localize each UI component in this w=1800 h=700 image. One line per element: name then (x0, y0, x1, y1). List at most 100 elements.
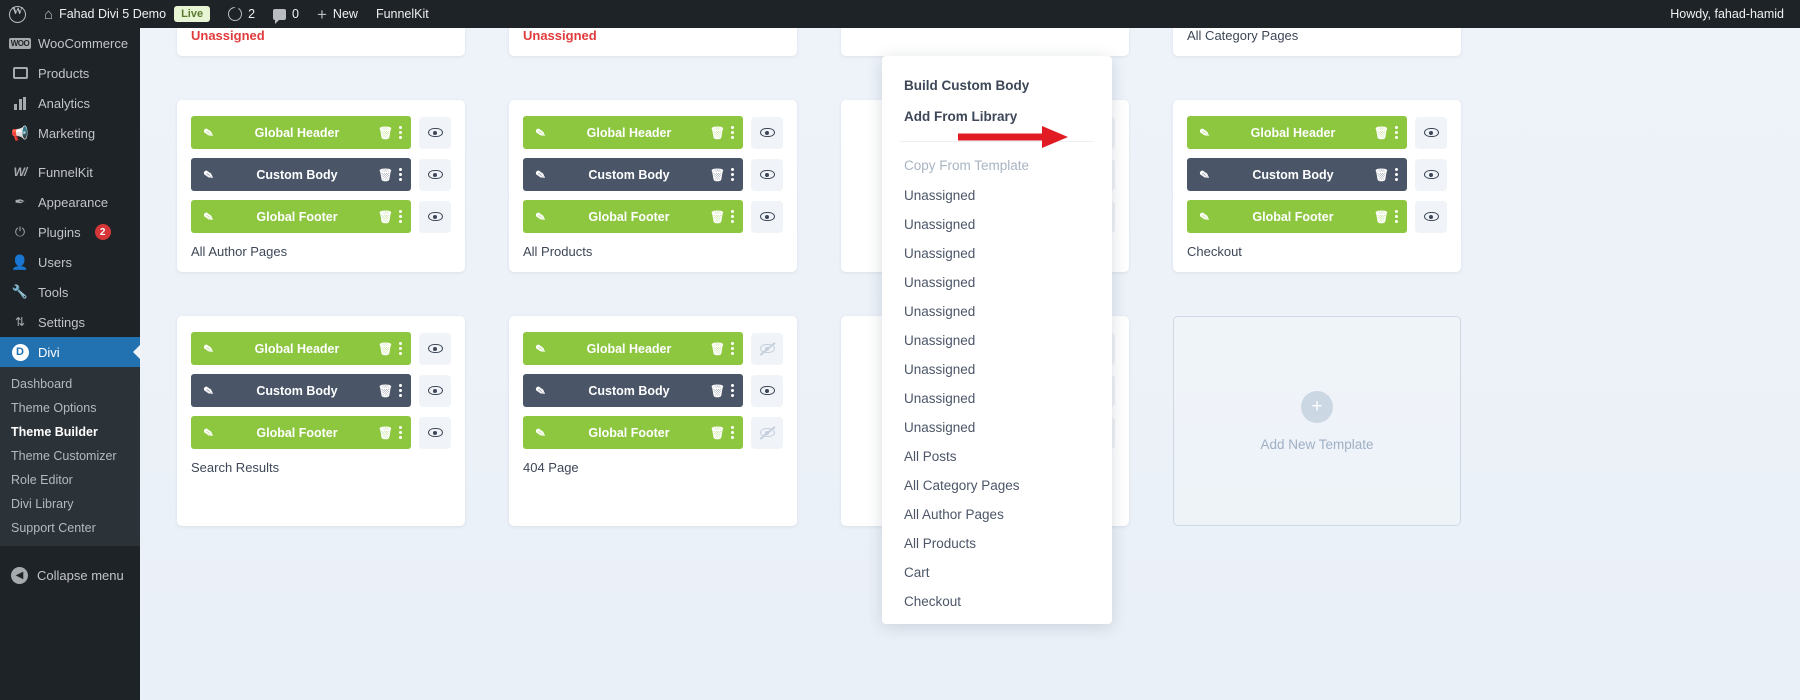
dropdown-template-option-13[interactable]: Cart (882, 558, 1112, 587)
layout-row-area[interactable]: ✎ Global Footer 🗑 (1187, 200, 1407, 233)
submenu-item-theme-options[interactable]: Theme Options (0, 396, 140, 420)
dropdown-template-option-4[interactable]: Unassigned (882, 297, 1112, 326)
dropdown-template-option-7[interactable]: Unassigned (882, 384, 1112, 413)
dropdown-template-option-12[interactable]: All Products (882, 529, 1112, 558)
submenu-item-theme-builder[interactable]: Theme Builder (0, 420, 140, 444)
edit-pencil-icon[interactable]: ✎ (1196, 208, 1213, 225)
dropdown-template-option-14[interactable]: Checkout (882, 587, 1112, 616)
toggle-visibility-button[interactable] (419, 116, 451, 149)
layout-row-body[interactable]: ✎ Custom Body 🗑 (191, 158, 411, 191)
layout-row-area[interactable]: ✎ Global Header 🗑 (191, 332, 411, 365)
template-card[interactable]: ✎ Global Header 🗑 ✎ Custom Body 🗑 ✎ Global Foot… (509, 100, 797, 272)
edit-pencil-icon[interactable]: ✎ (1196, 124, 1213, 141)
toggle-visibility-button[interactable] (419, 200, 451, 233)
toggle-visibility-button[interactable] (1415, 158, 1447, 191)
layout-row-area[interactable]: ✎ Global Footer 🗑 (523, 416, 743, 449)
more-options-icon[interactable] (731, 168, 734, 181)
toggle-visibility-button[interactable] (751, 200, 783, 233)
dropdown-template-option-5[interactable]: Unassigned (882, 326, 1112, 355)
edit-pencil-icon[interactable]: ✎ (200, 208, 217, 225)
layout-row-body[interactable]: ✎ Custom Body 🗑 (523, 158, 743, 191)
sidebar-item-woocommerce[interactable]: WOO WooCommerce (0, 28, 140, 58)
toggle-visibility-button[interactable] (751, 416, 783, 449)
trash-icon[interactable]: 🗑 (378, 210, 393, 224)
trash-icon[interactable]: 🗑 (1374, 126, 1389, 140)
trash-icon[interactable]: 🗑 (1374, 168, 1389, 182)
comments-menu[interactable]: 0 (264, 0, 308, 28)
trash-icon[interactable]: 🗑 (1374, 210, 1389, 224)
submenu-item-divi-library[interactable]: Divi Library (0, 492, 140, 516)
submenu-item-role-editor[interactable]: Role Editor (0, 468, 140, 492)
sidebar-item-tools[interactable]: 🔧 Tools (0, 277, 140, 307)
dropdown-template-option-8[interactable]: Unassigned (882, 413, 1112, 442)
more-options-icon[interactable] (731, 210, 734, 223)
new-content-menu[interactable]: + New (308, 0, 367, 28)
toggle-visibility-button[interactable] (1415, 200, 1447, 233)
trash-icon[interactable]: 🗑 (710, 126, 725, 140)
more-options-icon[interactable] (1395, 126, 1398, 139)
edit-pencil-icon[interactable]: ✎ (200, 424, 217, 441)
toggle-visibility-button[interactable] (751, 158, 783, 191)
toggle-visibility-button[interactable] (419, 332, 451, 365)
dropdown-template-option-0[interactable]: Unassigned (882, 181, 1112, 210)
template-card[interactable]: ✎Global Footer🗑All Category Pages (1173, 28, 1461, 56)
more-options-icon[interactable] (731, 384, 734, 397)
more-options-icon[interactable] (399, 210, 402, 223)
more-options-icon[interactable] (399, 426, 402, 439)
sidebar-item-users[interactable]: 👤 Users (0, 247, 140, 277)
sidebar-item-settings[interactable]: ⇅ Settings (0, 307, 140, 337)
submenu-item-support-center[interactable]: Support Center (0, 516, 140, 540)
template-card[interactable]: ✎Global Footer🗑Unassigned (509, 28, 797, 56)
trash-icon[interactable]: 🗑 (710, 168, 725, 182)
toggle-visibility-button[interactable] (751, 116, 783, 149)
edit-pencil-icon[interactable]: ✎ (532, 124, 549, 141)
toggle-visibility-button[interactable] (419, 158, 451, 191)
trash-icon[interactable]: 🗑 (378, 426, 393, 440)
trash-icon[interactable]: 🗑 (710, 342, 725, 356)
layout-row-body[interactable]: ✎ Custom Body 🗑 (1187, 158, 1407, 191)
sidebar-item-marketing[interactable]: 📢 Marketing (0, 118, 140, 148)
revisions-menu[interactable]: 2 (219, 0, 264, 28)
dropdown-template-option-9[interactable]: All Posts (882, 442, 1112, 471)
edit-pencil-icon[interactable]: ✎ (532, 208, 549, 225)
edit-pencil-icon[interactable]: ✎ (200, 124, 217, 141)
layout-row-body[interactable]: ✎ Custom Body 🗑 (191, 374, 411, 407)
edit-pencil-icon[interactable]: ✎ (200, 340, 217, 357)
wp-logo-menu[interactable] (0, 0, 35, 28)
trash-icon[interactable]: 🗑 (378, 168, 393, 182)
more-options-icon[interactable] (731, 426, 734, 439)
layout-row-area[interactable]: ✎ Global Header 🗑 (523, 116, 743, 149)
submenu-item-dashboard[interactable]: Dashboard (0, 372, 140, 396)
toggle-visibility-button[interactable] (419, 374, 451, 407)
layout-row-area[interactable]: ✎ Global Header 🗑 (1187, 116, 1407, 149)
sidebar-item-analytics[interactable]: Analytics (0, 88, 140, 118)
sidebar-item-divi[interactable]: D Divi (0, 337, 140, 367)
trash-icon[interactable]: 🗑 (378, 384, 393, 398)
template-card[interactable]: ✎ Global Header 🗑 ✎ Custom Body 🗑 ✎ Global Foot… (1173, 100, 1461, 272)
trash-icon[interactable]: 🗑 (710, 426, 725, 440)
template-card[interactable]: ✎ Global Header 🗑 ✎ Custom Body 🗑 ✎ Global Foot… (177, 316, 465, 526)
toggle-visibility-button[interactable] (751, 332, 783, 365)
more-options-icon[interactable] (1395, 168, 1398, 181)
dropdown-template-option-3[interactable]: Unassigned (882, 268, 1112, 297)
dropdown-template-option-10[interactable]: All Category Pages (882, 471, 1112, 500)
more-options-icon[interactable] (399, 168, 402, 181)
layout-row-area[interactable]: ✎ Global Footer 🗑 (523, 200, 743, 233)
toggle-visibility-button[interactable] (751, 374, 783, 407)
trash-icon[interactable]: 🗑 (378, 126, 393, 140)
more-options-icon[interactable] (399, 126, 402, 139)
sidebar-item-appearance[interactable]: ✒ Appearance (0, 187, 140, 217)
add-new-template-card[interactable]: + Add New Template (1173, 316, 1461, 526)
trash-icon[interactable]: 🗑 (710, 210, 725, 224)
toggle-visibility-button[interactable] (1415, 116, 1447, 149)
edit-pencil-icon[interactable]: ✎ (1196, 166, 1213, 183)
dropdown-template-option-11[interactable]: All Author Pages (882, 500, 1112, 529)
submenu-item-theme-customizer[interactable]: Theme Customizer (0, 444, 140, 468)
toggle-visibility-button[interactable] (419, 416, 451, 449)
template-card[interactable]: ✎ Global Header 🗑 ✎ Custom Body 🗑 ✎ Global Foot… (177, 100, 465, 272)
dropdown-item-build-custom-body[interactable]: Build Custom Body (882, 70, 1112, 101)
edit-pencil-icon[interactable]: ✎ (200, 382, 217, 399)
funnelkit-menu[interactable]: FunnelKit (367, 0, 438, 28)
layout-row-body[interactable]: ✎ Custom Body 🗑 (523, 374, 743, 407)
edit-pencil-icon[interactable]: ✎ (532, 382, 549, 399)
